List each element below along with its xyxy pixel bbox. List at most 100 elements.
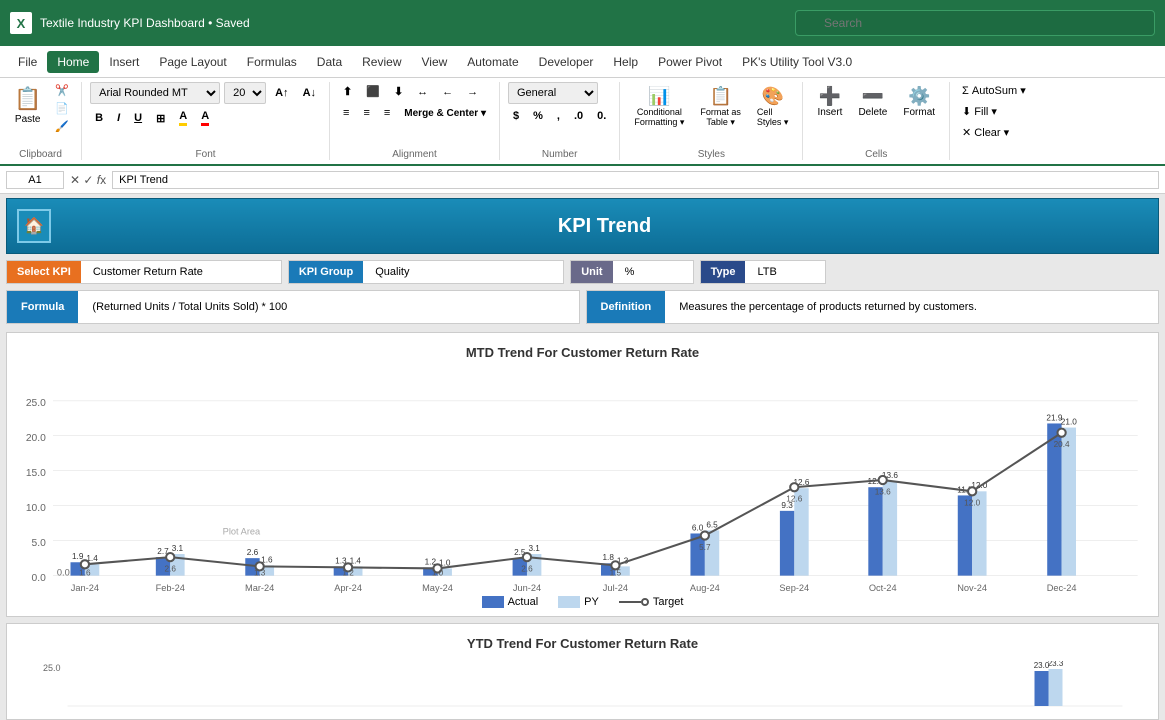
paste-label: Paste: [15, 114, 41, 125]
target-dot-nov: [968, 487, 976, 495]
indent-increase-button[interactable]: →: [462, 83, 483, 101]
formula-tag: Formula: [7, 291, 78, 323]
insert-cells-button[interactable]: ➕ Insert: [811, 82, 848, 122]
svg-text:1.8: 1.8: [602, 553, 614, 562]
menu-insert[interactable]: Insert: [99, 51, 149, 73]
svg-text:20.0: 20.0: [26, 433, 46, 444]
menu-view[interactable]: View: [412, 51, 458, 73]
fill-button[interactable]: ⬇ Fill ▾: [958, 103, 1001, 120]
kpi-header: 🏠 KPI Trend: [6, 198, 1159, 254]
font-color-button[interactable]: A: [196, 107, 214, 129]
home-icon[interactable]: 🏠: [17, 209, 51, 243]
legend-actual-label: Actual: [508, 596, 539, 608]
target-dot-aug: [701, 531, 709, 539]
merge-center-button[interactable]: Merge & Center ▾: [399, 105, 491, 122]
menu-data[interactable]: Data: [307, 51, 352, 73]
border-button[interactable]: ⊞: [151, 109, 170, 128]
bar-py-dec: [1062, 428, 1076, 576]
percent-button[interactable]: %: [528, 107, 548, 125]
clear-button[interactable]: ✕ Clear ▾: [958, 124, 1013, 141]
align-bottom-button[interactable]: ⬇: [389, 82, 408, 101]
currency-button[interactable]: $: [508, 107, 524, 125]
select-kpi-item: Select KPI Customer Return Rate: [6, 260, 282, 284]
menu-help[interactable]: Help: [603, 51, 648, 73]
increase-font-button[interactable]: A↑: [270, 84, 293, 102]
number-format-select[interactable]: General: [508, 82, 598, 104]
svg-text:May-24: May-24: [422, 583, 453, 593]
delete-cells-button[interactable]: ➖ Delete: [852, 82, 893, 122]
fill-color-button[interactable]: A: [174, 107, 192, 129]
ribbon-font-group: Arial Rounded MT 20 A↑ A↓ B I U ⊞ A A: [90, 82, 330, 160]
italic-button[interactable]: I: [112, 109, 125, 127]
cell-reference-input[interactable]: [6, 171, 64, 189]
target-dot-jan: [81, 560, 89, 568]
legend-target-label: Target: [653, 596, 684, 608]
align-center-button[interactable]: ≡: [358, 104, 374, 122]
menu-file[interactable]: File: [8, 51, 47, 73]
ribbon-styles-group: 📊 ConditionalFormatting ▾ 📋 Format asTab…: [628, 82, 803, 160]
font-name-select[interactable]: Arial Rounded MT: [90, 82, 220, 104]
format-painter-button[interactable]: 🖌️: [51, 118, 73, 135]
svg-text:12.0: 12.0: [964, 499, 980, 508]
cell-styles-button[interactable]: 🎨 CellStyles ▾: [751, 82, 795, 132]
number-label: Number: [542, 145, 578, 160]
ytd-bar-py-nov: [1049, 669, 1063, 706]
paste-button[interactable]: 📋 Paste: [8, 82, 47, 129]
bold-button[interactable]: B: [90, 109, 108, 127]
type-label: Type: [701, 261, 746, 283]
text-direction-button[interactable]: ↔: [412, 83, 433, 101]
align-middle-button[interactable]: ⬛: [361, 82, 385, 101]
menu-automate[interactable]: Automate: [457, 51, 528, 73]
align-left-button[interactable]: ≡: [338, 104, 354, 122]
legend-target: Target: [619, 596, 684, 608]
menu-formulas[interactable]: Formulas: [237, 51, 307, 73]
definition-content: Measures the percentage of products retu…: [665, 291, 1158, 323]
select-kpi-value[interactable]: Customer Return Rate: [81, 261, 281, 283]
copy-button[interactable]: 📄: [51, 100, 73, 117]
ytd-chart-title: YTD Trend For Customer Return Rate: [17, 636, 1148, 651]
legend-actual: Actual: [482, 596, 539, 608]
comma-button[interactable]: ,: [552, 107, 565, 125]
menu-power-pivot[interactable]: Power Pivot: [648, 51, 732, 73]
conditional-formatting-button[interactable]: 📊 ConditionalFormatting ▾: [628, 82, 690, 132]
kpi-group-value: Quality: [363, 261, 563, 283]
ribbon-clipboard-group: 📋 Paste ✂️ 📄 🖌️ Clipboard: [8, 82, 82, 160]
legend-actual-color: [482, 596, 504, 608]
kpi-info-row: Select KPI Customer Return Rate KPI Grou…: [6, 260, 1159, 284]
svg-text:1.0: 1.0: [432, 569, 444, 578]
svg-text:1.9: 1.9: [72, 552, 84, 561]
menu-home[interactable]: Home: [47, 51, 99, 73]
menu-pk-tool[interactable]: PK's Utility Tool V3.0: [732, 51, 862, 73]
formula-input[interactable]: [112, 171, 1159, 189]
decrease-decimal-button[interactable]: 0.: [592, 107, 611, 125]
format-cells-button[interactable]: ⚙️ Format: [897, 82, 941, 122]
svg-text:1.3: 1.3: [254, 569, 266, 578]
menu-developer[interactable]: Developer: [529, 51, 604, 73]
autosum-button[interactable]: Σ AutoSum ▾: [958, 82, 1030, 99]
menu-page-layout[interactable]: Page Layout: [149, 51, 236, 73]
format-as-table-button[interactable]: 📋 Format asTable ▾: [694, 82, 747, 132]
increase-decimal-button[interactable]: .0: [569, 107, 588, 125]
indent-decrease-button[interactable]: ←: [437, 83, 458, 101]
ytd-chart-svg: 25.0 23.0 23.3: [17, 661, 1148, 711]
legend-target-line: [619, 601, 641, 603]
align-right-button[interactable]: ≡: [379, 104, 395, 122]
conditional-format-label: ConditionalFormatting ▾: [634, 107, 684, 128]
definition-box: Definition Measures the percentage of pr…: [586, 290, 1160, 324]
search-input[interactable]: [795, 10, 1155, 36]
align-top-button[interactable]: ⬆: [338, 82, 357, 101]
formula-content: (Returned Units / Total Units Sold) * 10…: [78, 291, 578, 323]
kpi-header-title: KPI Trend: [61, 215, 1148, 238]
cut-button[interactable]: ✂️: [51, 82, 73, 99]
insert-cells-label: Insert: [817, 107, 842, 118]
formula-def-row: Formula (Returned Units / Total Units So…: [6, 290, 1159, 324]
svg-text:25.0: 25.0: [43, 663, 61, 673]
font-size-select[interactable]: 20: [224, 82, 266, 104]
ribbon-editing-group: Σ AutoSum ▾ ⬇ Fill ▾ ✕ Clear ▾: [958, 82, 1038, 160]
mtd-chart-container: MTD Trend For Customer Return Rate 0.0 5…: [6, 332, 1159, 617]
legend-py: PY: [558, 596, 599, 608]
underline-button[interactable]: U: [129, 109, 147, 127]
ribbon-cells-group: ➕ Insert ➖ Delete ⚙️ Format Cells: [811, 82, 950, 160]
menu-review[interactable]: Review: [352, 51, 411, 73]
decrease-font-button[interactable]: A↓: [298, 84, 321, 102]
